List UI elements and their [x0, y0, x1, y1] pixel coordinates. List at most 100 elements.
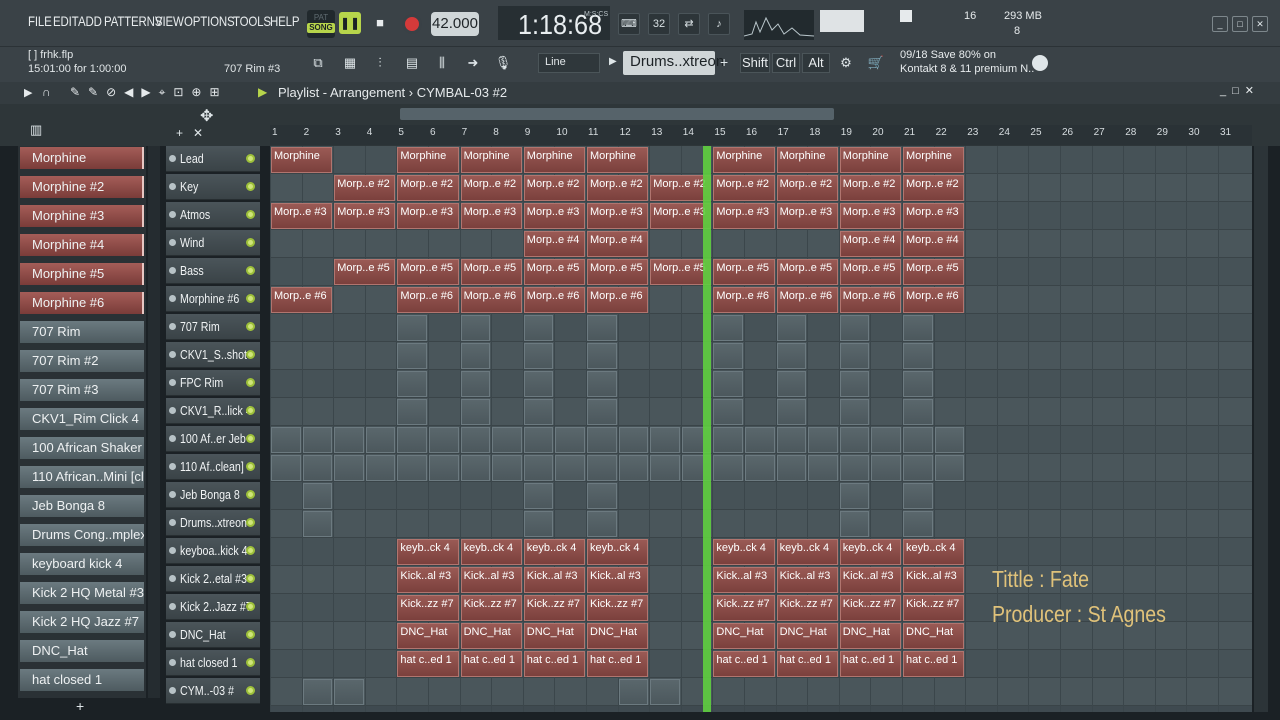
globe-icon[interactable] — [1032, 55, 1048, 71]
record-button[interactable] — [402, 14, 422, 34]
step-clip[interactable] — [302, 679, 333, 705]
step-clip[interactable] — [808, 427, 838, 453]
pattern-clip[interactable]: Morphine — [903, 147, 965, 173]
step-clip[interactable] — [650, 427, 680, 453]
step-clip[interactable] — [460, 427, 491, 453]
menu-help[interactable]: HELP — [270, 13, 300, 29]
step-clip[interactable] — [839, 343, 870, 369]
bar-number[interactable]: 30 — [1188, 127, 1199, 138]
menu-file[interactable]: FILE — [28, 13, 52, 29]
pattern-clip[interactable]: Morp..e #5 — [903, 259, 965, 285]
pattern-clip[interactable]: DNC_Hat — [903, 623, 965, 649]
track-header[interactable]: 707 Rim — [166, 314, 260, 340]
track-mute-led[interactable] — [246, 658, 255, 667]
step-clip[interactable] — [302, 511, 333, 537]
plugin-picker-icon[interactable]: ➜ — [461, 51, 485, 75]
pattern-clip[interactable]: DNC_Hat — [839, 623, 901, 649]
shop-icon[interactable]: 🛒 — [864, 51, 888, 75]
pattern-clip[interactable]: hat c..ed 1 — [903, 651, 965, 677]
step-clip[interactable] — [903, 371, 933, 397]
pattern-clip[interactable]: Morphine — [397, 147, 459, 173]
bar-number[interactable]: 24 — [999, 127, 1010, 138]
step-clip[interactable] — [523, 511, 554, 537]
track-header[interactable]: Wind — [166, 230, 260, 256]
browser-view-icon[interactable]: ▥ — [30, 122, 42, 138]
track-mute-led[interactable] — [246, 462, 255, 471]
track-mute-led[interactable] — [246, 686, 255, 695]
pattern-clip[interactable]: Morp..e #4 — [839, 231, 901, 257]
step-clip[interactable] — [934, 427, 965, 453]
browser-item[interactable]: keyboard kick 4 — [20, 553, 144, 575]
track-header[interactable]: CKV1_S..shot — [166, 342, 260, 368]
bar-number[interactable]: 14 — [683, 127, 694, 138]
pattern-clip[interactable]: Kick..al #3 — [776, 567, 838, 593]
pattern-clip[interactable]: Morp..e #5 — [587, 259, 649, 285]
track-header[interactable]: FPC Rim — [166, 370, 260, 396]
playlist-window-controls[interactable]: _□✕ — [1220, 84, 1260, 97]
track-header[interactable]: Kick 2..etal #3 — [166, 566, 260, 592]
step-clip[interactable] — [903, 455, 933, 481]
pattern-clip[interactable]: Morp..e #3 — [460, 203, 522, 229]
typing-keyboard-icon[interactable]: ⌨ — [618, 13, 640, 35]
track-mute-led[interactable] — [246, 574, 255, 583]
browser-item[interactable]: CKV1_Rim Click 4 — [20, 408, 144, 430]
step-clip[interactable] — [650, 455, 680, 481]
pattern-clip[interactable]: Kick..al #3 — [523, 567, 585, 593]
pattern-clip[interactable]: Morp..e #2 — [713, 175, 775, 201]
pattern-clip[interactable]: hat c..ed 1 — [587, 651, 649, 677]
pattern-clip[interactable]: Morp..e #6 — [903, 287, 965, 313]
step-clip[interactable] — [713, 371, 743, 397]
step-clip[interactable] — [587, 399, 617, 425]
alt-button[interactable]: Alt — [802, 53, 830, 73]
step-clip[interactable] — [776, 455, 807, 481]
news-line-2[interactable]: Kontakt 8 & 11 premium N.. — [900, 63, 1034, 75]
step-clip[interactable] — [302, 483, 333, 509]
close-icon[interactable]: ✕ — [1252, 16, 1268, 32]
pattern-clip[interactable]: hat c..ed 1 — [460, 651, 522, 677]
pattern-clip[interactable]: Kick..zz #7 — [523, 595, 585, 621]
bar-number[interactable]: 13 — [651, 127, 662, 138]
pattern-clip[interactable]: Morp..e #2 — [460, 175, 522, 201]
step-clip[interactable] — [460, 455, 491, 481]
step-clip[interactable] — [492, 455, 522, 481]
pattern-clip[interactable]: Kick..al #3 — [839, 567, 901, 593]
pattern-clip[interactable]: Kick..zz #7 — [587, 595, 649, 621]
track-header[interactable]: DNC_Hat — [166, 622, 260, 648]
pattern-clip[interactable]: DNC_Hat — [776, 623, 838, 649]
track-lane[interactable] — [270, 678, 1252, 706]
minimize-icon[interactable]: _ — [1212, 16, 1228, 32]
pattern-clip[interactable]: Kick..al #3 — [713, 567, 775, 593]
step-clip[interactable] — [334, 427, 364, 453]
track-mute-led[interactable] — [246, 546, 255, 555]
browser-item[interactable]: Morphine #6 — [20, 292, 144, 314]
step-clip[interactable] — [523, 343, 554, 369]
step-clip[interactable] — [871, 455, 901, 481]
pattern-clip[interactable]: hat c..ed 1 — [523, 651, 585, 677]
track-header[interactable]: Morphine #6 — [166, 286, 260, 312]
browser-item[interactable]: DNC_Hat — [20, 640, 144, 662]
step-clip[interactable] — [713, 315, 743, 341]
stop-button[interactable]: ■ — [369, 12, 391, 34]
pattern-clip[interactable]: Morp..e #3 — [776, 203, 838, 229]
track-header[interactable]: Drums..xtreon — [166, 510, 260, 536]
track-mute-led[interactable] — [246, 406, 255, 415]
pattern-clip[interactable]: Morphine — [713, 147, 775, 173]
pattern-clip[interactable]: Morp..e #4 — [587, 231, 649, 257]
pattern-clip[interactable]: DNC_Hat — [460, 623, 522, 649]
browser-item[interactable]: 707 Rim #3 — [20, 379, 144, 401]
step-clip[interactable] — [776, 399, 807, 425]
shift-button[interactable]: Shift — [740, 53, 770, 73]
pattern-clip[interactable]: hat c..ed 1 — [776, 651, 838, 677]
step-clip[interactable] — [713, 343, 743, 369]
pattern-clip[interactable]: Morp..e #5 — [334, 259, 396, 285]
track-header[interactable]: Kick 2..Jazz #7 — [166, 594, 260, 620]
step-clip[interactable] — [587, 343, 617, 369]
bar-number[interactable]: 8 — [493, 127, 499, 138]
bar-number[interactable]: 31 — [1220, 127, 1231, 138]
pattern-clip[interactable]: Morp..e #2 — [587, 175, 649, 201]
browser-item[interactable]: 707 Rim — [20, 321, 144, 343]
step-clip[interactable] — [397, 399, 427, 425]
track-mute-led[interactable] — [246, 350, 255, 359]
bar-number[interactable]: 25 — [1030, 127, 1041, 138]
step-clip[interactable] — [587, 483, 617, 509]
